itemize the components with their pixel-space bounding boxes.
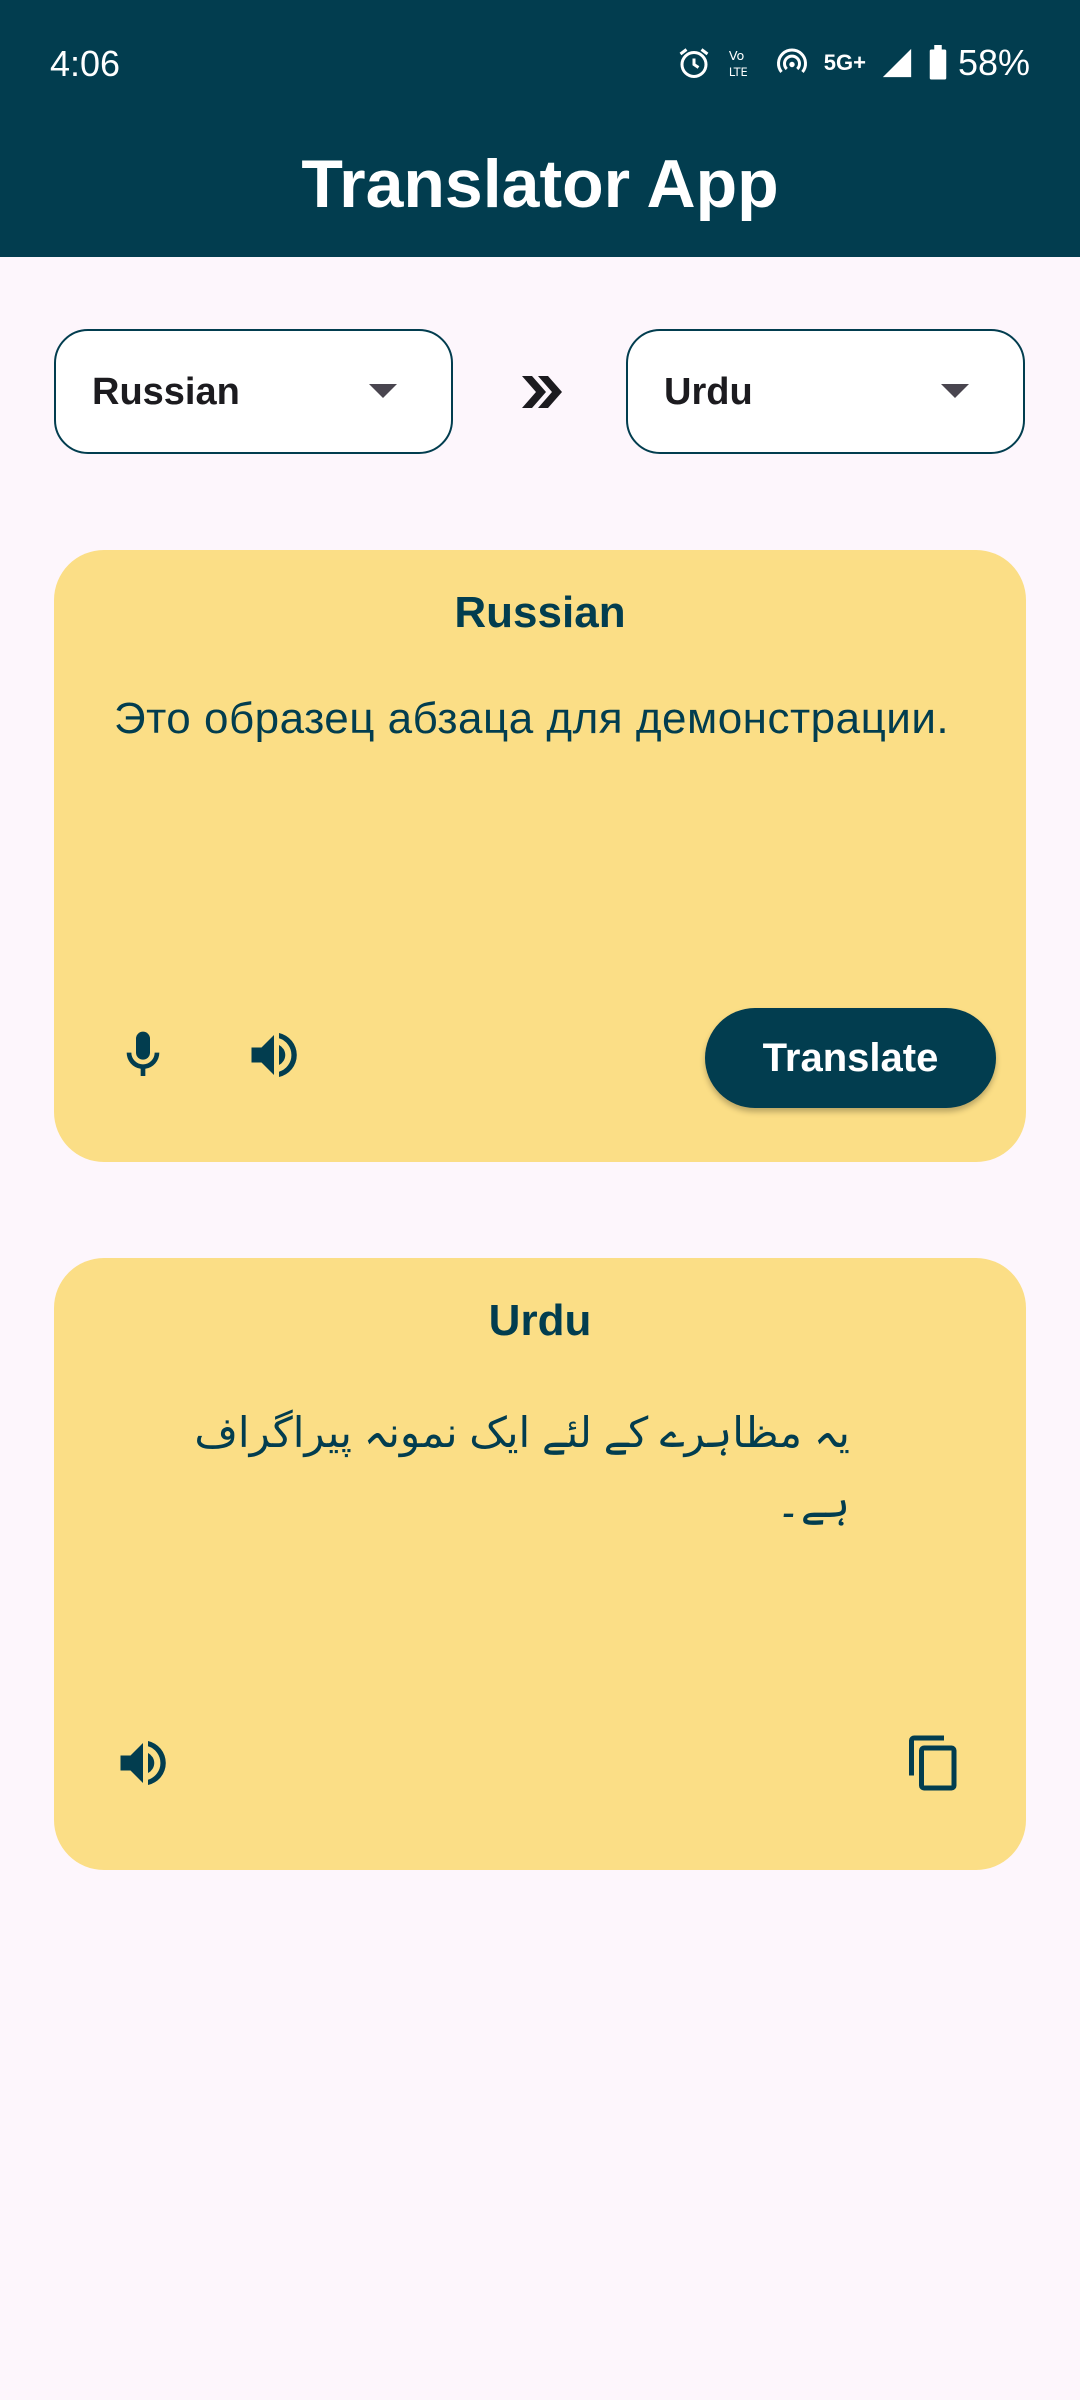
status-time: 4:06 bbox=[50, 43, 121, 84]
source-card-title: Russian bbox=[454, 588, 626, 637]
microphone-icon bbox=[126, 1031, 160, 1076]
battery-icon bbox=[929, 45, 947, 80]
source-text-card: Russian Это образец абзаца для демонстра… bbox=[54, 550, 1026, 1162]
microphone-button[interactable] bbox=[103, 1015, 183, 1095]
translated-text: یہ مظاہرے کے لئے ایک نمونہ پیراگراف ہے۔ bbox=[194, 1409, 850, 1526]
target-language-label: Urdu bbox=[664, 371, 753, 413]
source-speaker-button[interactable] bbox=[234, 1015, 314, 1095]
source-text-input[interactable]: Это образец абзаца для демонстрации. bbox=[114, 684, 974, 754]
source-language-dropdown[interactable]: Russian bbox=[54, 329, 453, 454]
svg-text:Vo: Vo bbox=[729, 49, 745, 64]
translate-button[interactable]: Translate bbox=[705, 1008, 996, 1108]
app-bar: 4:06 Vo LTE 5G+ 58% Translator App bbox=[0, 0, 1080, 257]
signal-icon bbox=[882, 48, 912, 78]
copy-button[interactable] bbox=[894, 1723, 974, 1803]
alarm-icon bbox=[679, 48, 709, 78]
source-language-label: Russian bbox=[92, 371, 240, 413]
chevron-down-icon bbox=[369, 384, 397, 398]
speaker-icon bbox=[120, 1741, 166, 1785]
speaker-icon bbox=[251, 1033, 297, 1077]
svg-text:LTE: LTE bbox=[729, 65, 748, 79]
volte-icon: VoLTE bbox=[729, 49, 748, 79]
result-speaker-button[interactable] bbox=[103, 1723, 183, 1803]
translation-result-card: Urdu یہ مظاہرے کے لئے ایک نمونہ پیراگراف… bbox=[54, 1258, 1026, 1870]
target-language-dropdown[interactable]: Urdu bbox=[626, 329, 1025, 454]
network-type-label: 5G+ bbox=[823, 50, 866, 75]
hotspot-icon bbox=[776, 48, 807, 73]
page-title: Translator App bbox=[301, 146, 779, 222]
chevron-down-icon bbox=[941, 384, 969, 398]
status-bar: 4:06 Vo LTE 5G+ 58% bbox=[0, 0, 1080, 125]
copy-icon bbox=[909, 1735, 957, 1791]
status-icons: Vo LTE 5G+ 58% bbox=[676, 40, 1030, 86]
double-chevron-right-icon[interactable] bbox=[516, 368, 564, 416]
battery-percent: 58% bbox=[957, 42, 1030, 83]
result-card-title: Urdu bbox=[488, 1296, 592, 1345]
